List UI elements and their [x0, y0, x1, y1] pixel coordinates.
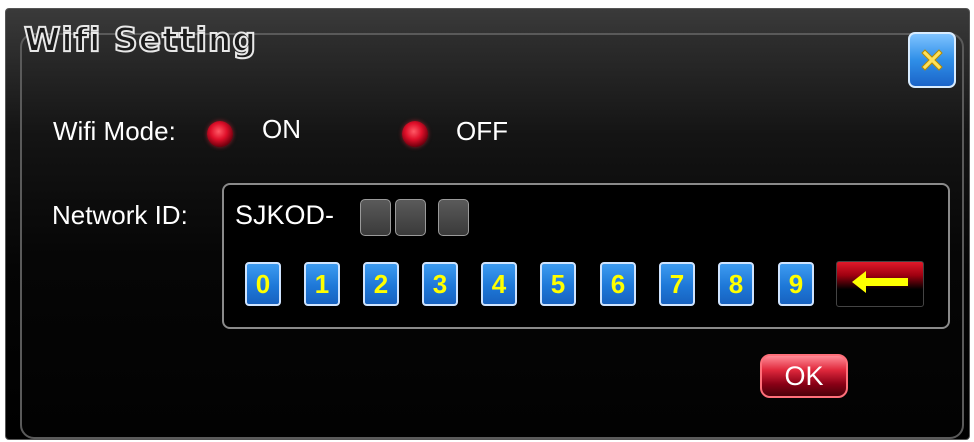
screen: Wifi Setting Wifi Mode: ON OFF Network I…	[0, 0, 974, 442]
wifi-off-label[interactable]: OFF	[456, 116, 508, 147]
dialog-title: Wifi Setting	[23, 19, 257, 60]
wifi-mode-label: Wifi Mode:	[53, 116, 176, 146]
close-button[interactable]	[908, 32, 956, 88]
key-9[interactable]: 9	[778, 262, 814, 306]
network-id-slot-3[interactable]	[438, 199, 469, 236]
network-id-label: Network ID:	[52, 200, 188, 230]
wifi-off-radio[interactable]	[402, 121, 428, 147]
key-6[interactable]: 6	[600, 262, 636, 306]
network-id-prefix: SJKOD-	[235, 200, 335, 230]
wifi-on-label[interactable]: ON	[262, 114, 301, 145]
network-id-slot-2[interactable]	[395, 199, 426, 236]
key-4[interactable]: 4	[481, 262, 517, 306]
key-2[interactable]: 2	[363, 262, 399, 306]
left-arrow-icon	[850, 269, 910, 300]
key-1[interactable]: 1	[304, 262, 340, 306]
key-3[interactable]: 3	[422, 262, 458, 306]
ok-button[interactable]: OK	[760, 354, 848, 398]
key-8[interactable]: 8	[718, 262, 754, 306]
backspace-button[interactable]	[836, 261, 924, 307]
wifi-on-radio[interactable]	[207, 121, 233, 147]
close-icon	[917, 45, 947, 75]
key-0[interactable]: 0	[245, 262, 281, 306]
key-7[interactable]: 7	[659, 262, 695, 306]
key-5[interactable]: 5	[540, 262, 576, 306]
network-id-slot-1[interactable]	[360, 199, 391, 236]
